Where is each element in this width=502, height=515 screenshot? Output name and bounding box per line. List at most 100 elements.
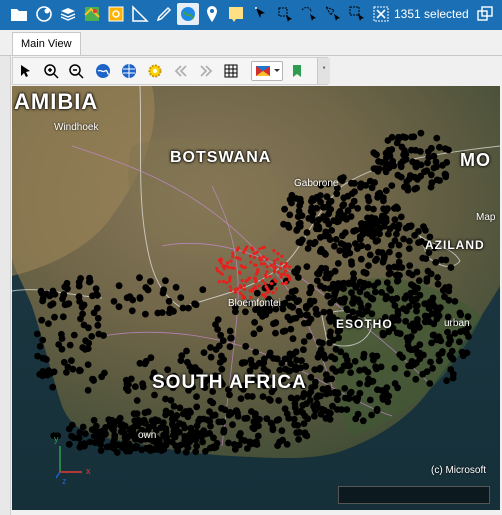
map-point — [279, 262, 283, 266]
globe-settings-icon[interactable] — [33, 3, 55, 25]
map-point — [271, 291, 275, 295]
map-point — [59, 313, 67, 321]
map-point — [51, 313, 58, 321]
map-point — [132, 383, 139, 390]
next-icon[interactable] — [196, 60, 216, 82]
basemap-icon — [256, 66, 280, 76]
map-point — [182, 448, 190, 456]
select-arrow-icon[interactable] — [250, 3, 272, 25]
map-point — [385, 164, 393, 172]
map-point — [313, 193, 321, 201]
basemap-dropdown[interactable] — [251, 61, 283, 81]
map-point — [254, 280, 258, 284]
map-point — [259, 262, 263, 266]
image-icon[interactable] — [105, 3, 127, 25]
map-point — [347, 369, 354, 376]
label-maputo: Map — [476, 212, 496, 223]
map-point — [331, 355, 339, 363]
map-point — [445, 287, 453, 295]
map-point — [447, 264, 455, 271]
deselect-icon[interactable] — [370, 3, 392, 25]
map-point — [325, 220, 333, 228]
map-point — [364, 214, 371, 222]
map-point — [298, 357, 305, 365]
map-view[interactable]: AMIBIA BOTSWANA SOUTH AFRICA ESOTHO AZIL… — [12, 86, 500, 510]
bookmark-icon[interactable] — [287, 60, 307, 82]
map-point — [436, 357, 443, 364]
label-swaziland: AZILAND — [425, 238, 485, 252]
map-point — [281, 355, 289, 363]
map-point — [231, 251, 235, 255]
map-point — [236, 256, 240, 260]
map-point — [327, 299, 335, 307]
tab-main-view[interactable]: Main View — [12, 32, 81, 55]
map-point — [323, 269, 330, 277]
map-point — [186, 431, 193, 439]
map-point — [259, 393, 267, 400]
map-point — [39, 336, 47, 344]
map-point — [193, 393, 200, 400]
toolbar-overflow[interactable]: ▪ — [317, 58, 330, 84]
folder-icon[interactable] — [8, 3, 30, 25]
grid-icon[interactable] — [221, 60, 241, 82]
map-point — [45, 320, 52, 327]
map-point — [386, 285, 393, 293]
map-point — [397, 173, 405, 181]
map-point — [428, 144, 435, 152]
map-point — [85, 324, 92, 332]
map-point — [343, 305, 351, 313]
select-freehand-icon[interactable] — [298, 3, 320, 25]
measure-icon[interactable] — [129, 3, 151, 25]
select-rect-icon[interactable] — [346, 3, 368, 25]
map-point — [186, 407, 193, 415]
map-point — [142, 310, 149, 318]
settings-gear-icon[interactable] — [145, 60, 165, 82]
zoom-in-icon[interactable] — [41, 60, 61, 82]
map-point — [354, 245, 361, 253]
globe-view-icon[interactable] — [93, 60, 113, 82]
map-point — [139, 383, 147, 391]
map-point — [283, 281, 288, 286]
map-point — [126, 293, 134, 301]
map-point — [294, 422, 302, 429]
map-point — [385, 270, 393, 278]
layers-icon[interactable] — [57, 3, 79, 25]
globe-full-icon[interactable] — [119, 60, 139, 82]
map-point — [451, 330, 459, 337]
map-icon[interactable] — [81, 3, 103, 25]
map-point — [130, 410, 138, 418]
map-point — [394, 317, 402, 324]
map-point — [298, 236, 306, 244]
map-point — [183, 347, 190, 355]
map-point — [363, 220, 370, 228]
map-point — [362, 307, 370, 315]
note-icon[interactable] — [225, 3, 247, 25]
map-point — [279, 275, 283, 279]
select-shape-icon[interactable] — [322, 3, 344, 25]
map-point — [335, 283, 343, 291]
map-point — [133, 397, 141, 404]
map-point — [273, 277, 277, 282]
globe-icon[interactable] — [177, 3, 199, 25]
map-point — [352, 415, 360, 423]
map-point — [434, 280, 442, 288]
select-polygon-icon[interactable] — [274, 3, 296, 25]
previous-icon[interactable] — [171, 60, 191, 82]
map-point — [415, 323, 423, 331]
pin-icon[interactable] — [201, 3, 223, 25]
map-point — [337, 366, 345, 374]
label-gaborone: Gaborone — [294, 178, 339, 189]
draw-icon[interactable] — [153, 3, 175, 25]
map-point — [370, 205, 377, 213]
map-point — [232, 266, 236, 270]
scale-bar — [338, 486, 490, 504]
map-point — [128, 307, 136, 315]
pointer-icon[interactable] — [16, 60, 36, 82]
map-point — [430, 164, 438, 172]
map-point — [255, 270, 260, 274]
zoom-out-icon[interactable] — [66, 60, 86, 82]
map-point — [240, 279, 244, 283]
map-point — [414, 350, 421, 358]
map-point — [270, 282, 274, 286]
restore-window-icon[interactable] — [474, 3, 496, 25]
